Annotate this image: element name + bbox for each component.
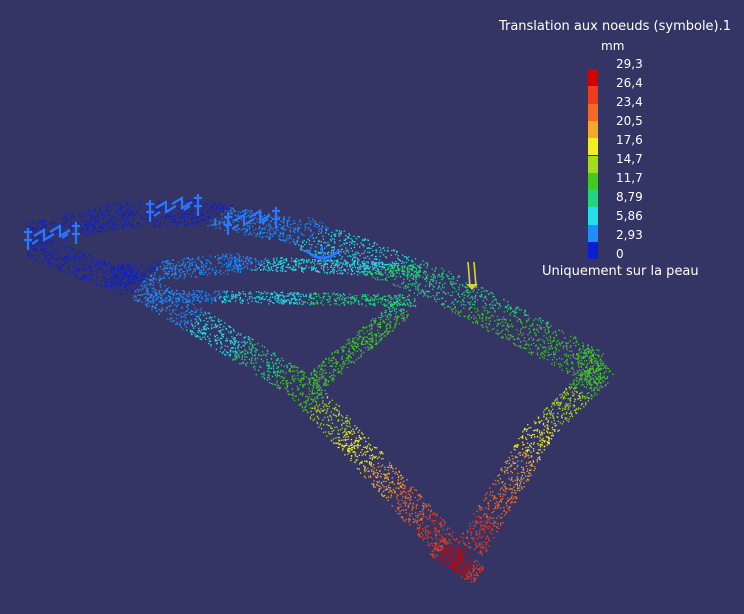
legend-swatch — [588, 120, 598, 139]
legend-swatch — [588, 242, 598, 260]
legend-tick-label: 11,7 — [616, 171, 643, 185]
legend-tick-label: 29,3 — [616, 57, 643, 71]
legend-tick-label: 2,93 — [616, 228, 643, 242]
analysis-viewport[interactable]: Translation aux noeuds (symbole).1 mm 29… — [0, 0, 744, 614]
legend-swatch — [588, 69, 598, 87]
legend-tick-label: 20,5 — [616, 114, 643, 128]
legend-unit: mm — [601, 39, 625, 53]
color-scale-bar — [588, 69, 598, 260]
legend-swatch — [588, 207, 598, 225]
legend-tick-label: 8,79 — [616, 190, 643, 204]
legend-swatch — [588, 103, 598, 121]
legend-tick-label: 5,86 — [616, 209, 643, 223]
legend-tick-label: 0 — [616, 247, 624, 261]
legend-swatch — [588, 224, 598, 242]
legend-tick-label: 23,4 — [616, 95, 643, 109]
legend-tick-label: 26,4 — [616, 76, 643, 90]
legend-title: Translation aux noeuds (symbole).1 — [498, 19, 732, 34]
legend-tick-label: 17,6 — [616, 133, 643, 147]
legend-swatch — [588, 172, 598, 191]
legend-swatch — [588, 190, 598, 208]
legend-swatch — [588, 155, 598, 173]
load-arrow-icon — [473, 261, 477, 287]
legend-swatch — [588, 138, 598, 156]
load-arrow-icon — [467, 261, 471, 287]
legend-footer: Uniquement sur la peau — [542, 264, 699, 279]
legend-swatch — [588, 86, 598, 104]
legend-tick-label: 14,7 — [616, 152, 643, 166]
deformed-frame-model[interactable] — [0, 0, 744, 614]
